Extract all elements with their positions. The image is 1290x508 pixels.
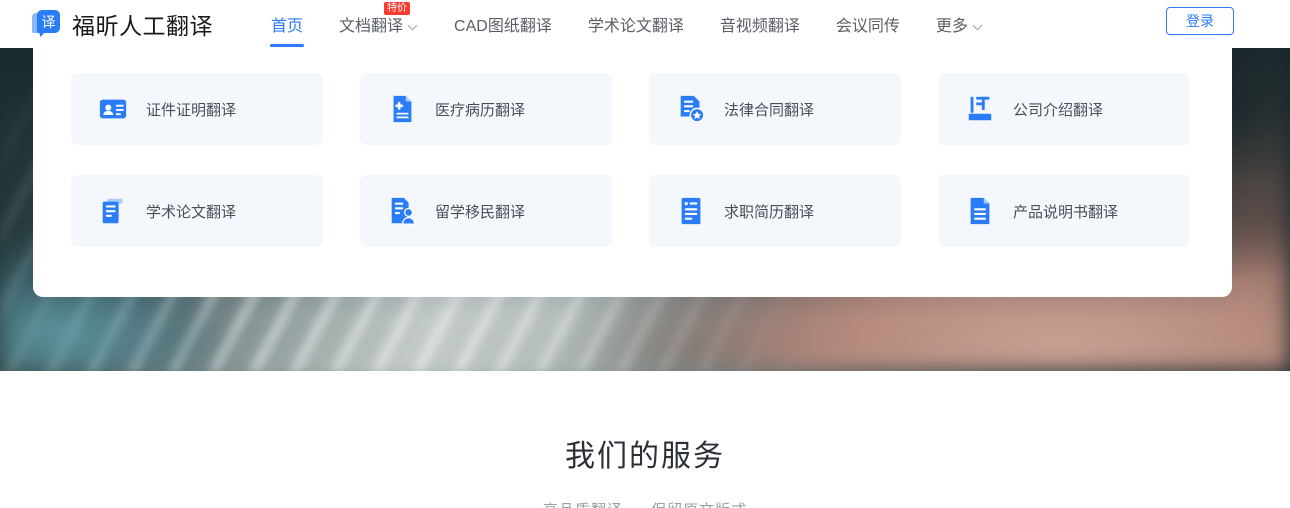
nav-item-label: 音视频翻译: [719, 18, 800, 35]
main-nav: 首页 文档翻译 特价 CAD图纸翻译 学术论文翻译 音视频翻译 会议同传 更多: [270, 0, 1019, 48]
brand[interactable]: 译 福昕人工翻译: [32, 0, 213, 48]
service-card-label: 留学移民翻译: [435, 203, 526, 221]
login-button[interactable]: 登录: [1166, 7, 1234, 35]
legal-contract-icon: [680, 95, 705, 123]
product-manual-icon: [970, 197, 990, 225]
nav-item-label: 学术论文翻译: [587, 18, 684, 35]
nav-item-document-translation[interactable]: 文档翻译 特价: [339, 0, 418, 48]
nav-item-label: 更多: [935, 18, 968, 35]
section-subtitle-right: 保留原文版式: [651, 502, 747, 508]
service-card-label: 求职简历翻译: [724, 203, 815, 221]
nav-item-conference-interpreting[interactable]: 会议同传: [836, 0, 900, 48]
nav-item-home[interactable]: 首页: [270, 0, 304, 48]
nav-item-label: 文档翻译: [339, 18, 404, 35]
service-card-resume[interactable]: 求职简历翻译: [649, 175, 901, 247]
company-profile-icon: [968, 96, 992, 121]
resume-icon: [681, 197, 701, 225]
logo-char: 译: [41, 13, 56, 30]
nav-item-label: 首页: [271, 18, 304, 35]
id-card-icon: [99, 99, 127, 119]
page-root: 译 福昕人工翻译 首页 文档翻译 特价 CAD图纸翻译 学术论文翻译 音视频翻译…: [0, 0, 1290, 508]
service-card-label: 法律合同翻译: [724, 101, 815, 119]
academic-paper-icon: [102, 198, 123, 224]
nav-item-more[interactable]: 更多: [936, 0, 983, 48]
active-tab-underline: [270, 44, 304, 47]
nav-item-av-translation[interactable]: 音视频翻译: [720, 0, 800, 48]
chevron-down-icon: [409, 22, 418, 31]
service-card-medical-record[interactable]: 医疗病历翻译: [360, 73, 612, 145]
special-price-badge: 特价: [384, 2, 411, 15]
service-card-grid: 证件证明翻译 医疗病历翻译 法律合同翻译 公司介绍翻译 学术论文翻译 留学移民翻…: [71, 73, 1194, 247]
translate-logo-icon: 译: [32, 10, 62, 38]
service-card-id-certificate[interactable]: 证件证明翻译: [71, 73, 323, 145]
document-translation-dropdown-panel: 证件证明翻译 医疗病历翻译 法律合同翻译 公司介绍翻译 学术论文翻译 留学移民翻…: [33, 48, 1232, 297]
logo-front-shape: 译: [37, 10, 60, 33]
service-card-product-manual[interactable]: 产品说明书翻译: [938, 175, 1190, 247]
top-navigation-bar: 译 福昕人工翻译 首页 文档翻译 特价 CAD图纸翻译 学术论文翻译 音视频翻译…: [0, 0, 1290, 48]
service-card-company-profile[interactable]: 公司介绍翻译: [938, 73, 1190, 145]
service-card-label: 学术论文翻译: [146, 203, 237, 221]
service-card-label: 医疗病历翻译: [435, 101, 526, 119]
section-subtitle: 高品质翻译 保留原文版式: [0, 499, 1290, 508]
nav-item-label: CAD图纸翻译: [454, 18, 552, 35]
our-services-section: 我们的服务 高品质翻译 保留原文版式: [0, 371, 1290, 508]
service-card-label: 证件证明翻译: [146, 101, 237, 119]
chevron-down-icon: [974, 22, 983, 31]
service-card-label: 产品说明书翻译: [1013, 203, 1119, 221]
nav-item-academic-translation[interactable]: 学术论文翻译: [588, 0, 684, 48]
nav-item-label: 会议同传: [835, 18, 900, 35]
nav-item-cad-translation[interactable]: CAD图纸翻译: [454, 0, 552, 48]
section-subtitle-left: 高品质翻译: [543, 502, 623, 508]
section-title: 我们的服务: [565, 440, 725, 473]
service-card-legal-contract[interactable]: 法律合同翻译: [649, 73, 901, 145]
service-card-label: 公司介绍翻译: [1013, 101, 1104, 119]
service-card-academic-paper[interactable]: 学术论文翻译: [71, 175, 323, 247]
brand-name: 福昕人工翻译: [72, 13, 213, 39]
medical-record-icon: [393, 95, 412, 123]
immigration-icon: [391, 197, 416, 225]
service-card-immigration[interactable]: 留学移民翻译: [360, 175, 612, 247]
